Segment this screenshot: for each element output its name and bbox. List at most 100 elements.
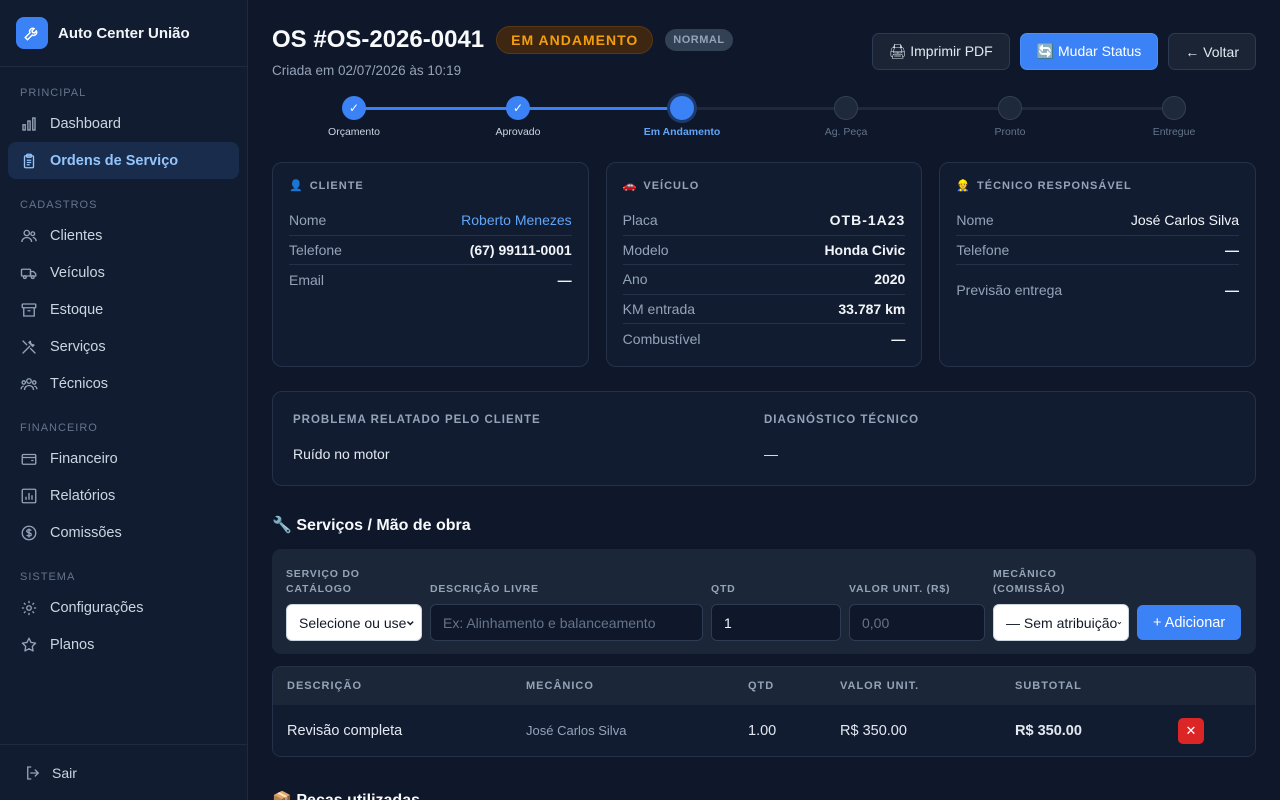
tecnico-telefone: — <box>1225 241 1240 258</box>
sidebar-item-label: Clientes <box>50 227 103 244</box>
valor-input[interactable]: 0,00 <box>849 604 985 641</box>
status-badge: EM ANDAMENTO <box>496 26 654 54</box>
chevron-down-icon <box>407 620 415 625</box>
veiculo-combustivel: — <box>891 330 906 347</box>
app-name: Auto Center União <box>58 24 190 42</box>
problema-heading: PROBLEMA RELATADO PELO CLIENTE <box>293 414 541 426</box>
card-heading: VEÍCULO <box>643 179 700 192</box>
table-header: DESCRIÇÃO MECÂNICO QTD VALOR UNIT. SUBTO… <box>273 667 1255 705</box>
diagnostico-heading: DIAGNÓSTICO TÉCNICO <box>764 414 920 426</box>
logout-button[interactable]: Sair <box>0 744 247 800</box>
step-label: Ag. Peça <box>824 126 868 138</box>
add-service-button[interactable]: + Adicionar <box>1137 605 1242 640</box>
print-pdf-button[interactable]: 🖨 Imprimir PDF <box>871 33 1010 70</box>
section-principal: PRINCIPAL <box>20 87 87 99</box>
archive-icon <box>21 302 37 317</box>
sidebar-item-label: Comissões <box>50 524 122 541</box>
column-header: DESCRIÇÃO <box>287 680 363 692</box>
check-icon: ✓ <box>506 96 530 120</box>
field-label: Email <box>289 271 325 288</box>
person-icon: 👤 <box>289 180 304 192</box>
cell-mecanico: José Carlos Silva <box>526 723 627 738</box>
sidebar-item-financeiro[interactable]: Financeiro <box>8 440 239 477</box>
cell-subtotal: R$ 350.00 <box>1015 722 1082 739</box>
logout-icon <box>27 765 40 780</box>
sidebar-item-label: Financeiro <box>50 450 118 467</box>
sidebar-item-dashboard[interactable]: Dashboard <box>8 105 239 142</box>
sidebar-item-label: Configurações <box>50 599 144 616</box>
descricao-input[interactable]: Ex: Alinhamento e balanceamento <box>430 604 703 641</box>
sidebar-item-servicos[interactable]: Serviços <box>8 328 239 365</box>
brand[interactable]: Auto Center União <box>0 0 247 67</box>
step-aprovado: ✓ Aprovado <box>458 96 578 138</box>
field-label: Placa <box>622 212 658 229</box>
field-label: Ano <box>622 271 648 288</box>
sidebar-item-configuracoes[interactable]: Configurações <box>8 589 239 626</box>
delete-row-button[interactable]: ✕ <box>1178 717 1204 744</box>
pecas-title: 📦 Peças utilizadas <box>272 790 420 800</box>
diagnostico-text: — <box>764 446 778 462</box>
wallet-icon <box>21 453 37 465</box>
wrench-icon <box>16 17 48 49</box>
step-label: Em Andamento <box>643 126 721 138</box>
sidebar-item-planos[interactable]: Planos <box>8 626 239 663</box>
sidebar-item-clientes[interactable]: Clientes <box>8 217 239 254</box>
sidebar-item-label: Planos <box>50 636 95 653</box>
veiculo-placa: OTB-1A23 <box>829 212 906 229</box>
step-label: Aprovado <box>495 126 541 138</box>
cell-descricao: Revisão completa <box>287 722 403 739</box>
step-ag-peca: Ag. Peça <box>786 96 906 138</box>
cliente-card: 👤 CLIENTE Nome Roberto Menezes Telefone (67… <box>272 162 589 367</box>
mecanico-select[interactable]: — Sem atribuição <box>993 604 1129 641</box>
cell-qtd: 1.00 <box>748 722 777 739</box>
check-icon: ✓ <box>342 96 366 120</box>
main-content: OS #OS-2026-0041 EM ANDAMENTO NORMAL Cri… <box>248 0 1280 800</box>
mecanico-selected: — Sem atribuição <box>1006 614 1118 631</box>
sidebar-item-relatorios[interactable]: Relatórios <box>8 477 239 514</box>
team-icon <box>20 377 38 390</box>
progress-line-todo <box>682 107 1174 110</box>
qtd-input[interactable]: 1 <box>711 604 841 641</box>
section-cadastros: CADASTROS <box>20 199 98 211</box>
page-header: OS #OS-2026-0041 EM ANDAMENTO NORMAL Cri… <box>272 0 1256 78</box>
field-label: KM entrada <box>622 300 696 317</box>
field-label: Nome <box>289 212 327 229</box>
created-date: Criada em 02/07/2026 às 10:19 <box>272 63 462 78</box>
priority-badge: NORMAL <box>665 29 733 51</box>
sidebar-item-estoque[interactable]: Estoque <box>8 291 239 328</box>
bar-chart-icon <box>22 116 36 131</box>
car-icon: 🚗 <box>622 180 638 192</box>
back-button[interactable]: ← Voltar <box>1168 33 1256 70</box>
change-status-button[interactable]: 🔄 Mudar Status <box>1019 33 1159 70</box>
sidebar-item-label: Dashboard <box>50 115 121 132</box>
gear-icon <box>21 600 37 615</box>
sidebar-item-veiculos[interactable]: Veículos <box>8 254 239 291</box>
veiculo-ano: 2020 <box>874 271 906 288</box>
step-label: Orçamento <box>328 126 380 138</box>
star-icon <box>21 637 37 652</box>
sidebar-item-tecnicos[interactable]: Técnicos <box>8 365 239 402</box>
cliente-nome-link[interactable]: Roberto Menezes <box>461 212 572 228</box>
step-orcamento: ✓ Orçamento <box>294 96 414 138</box>
clipboard-icon <box>23 153 35 168</box>
page-title: OS #OS-2026-0041 <box>272 26 485 53</box>
dollar-icon <box>21 525 37 540</box>
step-label: Pronto <box>994 126 1026 138</box>
mecanico-label: MECÂNICO (COMISSÃO) <box>993 567 1066 596</box>
sidebar-item-label: Serviços <box>50 338 106 355</box>
sidebar-item-ordens[interactable]: Ordens de Serviço <box>8 142 239 179</box>
veiculo-modelo: Honda Civic <box>824 241 906 258</box>
column-header: SUBTOTAL <box>1015 680 1082 692</box>
worker-icon: 👷 <box>956 180 972 192</box>
current-step-dot <box>670 96 694 120</box>
cell-valor: R$ 350.00 <box>840 722 907 739</box>
catalogo-select[interactable]: Selecione ou use <box>286 604 422 641</box>
column-header: MECÂNICO <box>526 680 594 692</box>
veiculo-card: 🚗 VEÍCULO Placa OTB-1A23 Modelo Honda Civic… <box>605 162 923 367</box>
valor-label: VALOR UNIT. (R$) <box>849 583 951 596</box>
step-em-andamento: Em Andamento <box>622 96 742 138</box>
sidebar-item-comissoes[interactable]: Comissões <box>8 514 239 551</box>
status-stepper: ✓ Orçamento ✓ Aprovado Em Andamento Ag. … <box>272 92 1256 152</box>
card-heading: CLIENTE <box>309 179 364 192</box>
sidebar-item-label: Relatórios <box>50 487 116 504</box>
